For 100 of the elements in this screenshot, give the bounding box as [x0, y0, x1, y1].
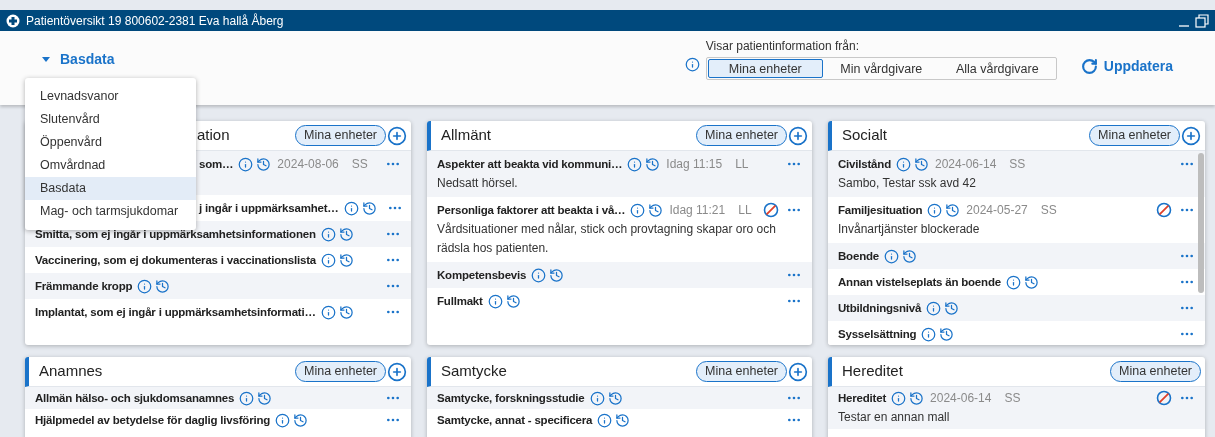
menu-item[interactable]: Mag- och tarmsjukdomar	[25, 200, 196, 223]
filter-chip[interactable]: Mina enheter	[1110, 361, 1201, 382]
info-icon[interactable]	[884, 248, 899, 264]
row-date: 2024-06-14	[930, 390, 992, 407]
caret-icon	[42, 57, 50, 62]
row-title: Samtycke, annat - specificera	[437, 413, 593, 428]
history-icon[interactable]	[944, 300, 960, 316]
info-icon[interactable]	[627, 156, 643, 172]
view-dropdown[interactable]: Basdata	[42, 49, 115, 70]
menu-item[interactable]: Omvårdnad	[25, 154, 196, 177]
history-icon[interactable]	[257, 390, 273, 406]
history-icon[interactable]	[339, 252, 355, 268]
row-user: LL	[738, 202, 752, 219]
info-icon[interactable]	[684, 57, 700, 72]
history-icon[interactable]	[615, 412, 631, 428]
history-icon[interactable]	[939, 326, 955, 342]
history-icon[interactable]	[505, 293, 521, 309]
row-title: Hjälpmedel av betydelse för daglig livsföring	[35, 413, 271, 428]
info-icon[interactable]	[275, 412, 291, 428]
refresh-button[interactable]: Uppdatera	[1080, 56, 1173, 77]
scrollbar[interactable]	[1198, 153, 1204, 293]
row-date: 2024-06-14	[934, 156, 997, 173]
row-title: Fullmakt	[437, 294, 483, 309]
history-icon[interactable]	[607, 390, 623, 406]
filter-label: Visar patientinformation från:	[705, 38, 860, 55]
filter-chip[interactable]: Mina enheter	[295, 125, 386, 146]
row-user: LL	[735, 156, 749, 173]
history-icon[interactable]	[945, 202, 961, 218]
info-icon[interactable]	[320, 304, 336, 320]
history-icon[interactable]	[909, 390, 925, 406]
row-title: Utbildningsnivå	[838, 301, 922, 316]
row-text: Testar en annan mall	[838, 409, 951, 426]
info-icon[interactable]	[597, 412, 613, 428]
menu-item[interactable]: Basdata	[25, 177, 196, 200]
info-icon[interactable]	[343, 200, 359, 216]
row-title: Kompetensbevis	[437, 268, 527, 283]
menu-item[interactable]: Öppenvård	[25, 131, 196, 154]
menu-item[interactable]: Levnadsvanor	[25, 85, 196, 108]
info-icon[interactable]	[137, 278, 153, 294]
info-icon[interactable]	[238, 156, 254, 172]
info-icon[interactable]	[927, 202, 943, 218]
filter-chip[interactable]: Mina enheter	[696, 125, 787, 146]
row-title: Familjesituation	[838, 203, 923, 218]
history-icon[interactable]	[155, 278, 171, 294]
card-title: Hereditet	[842, 361, 903, 382]
add-icon[interactable]	[387, 361, 407, 382]
info-icon[interactable]	[239, 390, 255, 406]
card-title: Anamnes	[39, 361, 103, 382]
refresh-icon	[1080, 58, 1098, 75]
row-title: Samtycke, forskningsstudie	[437, 391, 585, 406]
history-icon[interactable]	[338, 304, 354, 320]
source-option[interactable]: Alla vårdgivare	[939, 59, 1055, 78]
add-icon[interactable]	[788, 125, 808, 146]
row-title: Smitta, som ej ingår i uppmärksamhetsinformationen	[35, 227, 316, 242]
menu-item[interactable]: Slutenvård	[25, 108, 196, 131]
restore-icon[interactable]	[1195, 13, 1209, 28]
history-icon[interactable]	[913, 156, 929, 172]
history-icon[interactable]	[361, 200, 377, 216]
info-icon[interactable]	[487, 293, 503, 309]
row-user: SS	[1004, 390, 1021, 407]
info-icon[interactable]	[921, 326, 937, 342]
info-icon[interactable]	[1005, 274, 1021, 290]
card-title: Allmänt	[441, 125, 492, 146]
history-icon[interactable]	[549, 267, 565, 283]
row-date: 2024-08-06	[277, 156, 339, 173]
row-date: 2024-05-27	[966, 202, 1028, 219]
info-icon[interactable]	[630, 202, 646, 218]
info-icon[interactable]	[531, 267, 547, 283]
card-title: Samtycke	[441, 361, 507, 382]
row-title: j ingår i uppmärksamhet…	[199, 201, 339, 216]
row-title: Implantat, som ej ingår i uppmärksamhetsinformati…	[35, 305, 316, 320]
source-option[interactable]: Min vårdgivare	[823, 59, 939, 78]
info-icon[interactable]	[891, 390, 907, 406]
row-text: Nedsatt hörsel.	[437, 175, 519, 192]
info-icon[interactable]	[321, 252, 337, 268]
history-icon[interactable]	[338, 226, 354, 242]
history-icon[interactable]	[645, 156, 661, 172]
info-icon[interactable]	[895, 156, 911, 172]
row-title: Allmän hälso- och sjukdomsanamnes	[35, 391, 235, 406]
row-title: som…	[199, 157, 234, 172]
card-title: Socialt	[842, 125, 888, 146]
row-title: Sysselsättning	[838, 327, 917, 342]
info-icon[interactable]	[320, 226, 336, 242]
filter-chip[interactable]: Mina enheter	[295, 361, 386, 382]
add-icon[interactable]	[387, 125, 407, 146]
info-icon[interactable]	[589, 390, 605, 406]
history-icon[interactable]	[648, 202, 664, 218]
filter-chip[interactable]: Mina enheter	[1089, 125, 1180, 146]
source-option[interactable]: Mina enheter	[707, 59, 823, 78]
row-title: Personliga faktorer att beakta i vå…	[437, 203, 626, 218]
history-icon[interactable]	[1023, 274, 1039, 290]
add-icon[interactable]	[788, 361, 808, 382]
history-icon[interactable]	[293, 412, 309, 428]
cross-icon	[6, 13, 20, 28]
history-icon[interactable]	[256, 156, 272, 172]
history-icon[interactable]	[902, 248, 917, 264]
row-text: Vårdsituationer med nålar, stick och provtagning skapar oro och rädsla hos patienten.	[437, 221, 777, 257]
add-icon[interactable]	[1181, 125, 1201, 146]
info-icon[interactable]	[926, 300, 942, 316]
filter-chip[interactable]: Mina enheter	[696, 361, 787, 382]
